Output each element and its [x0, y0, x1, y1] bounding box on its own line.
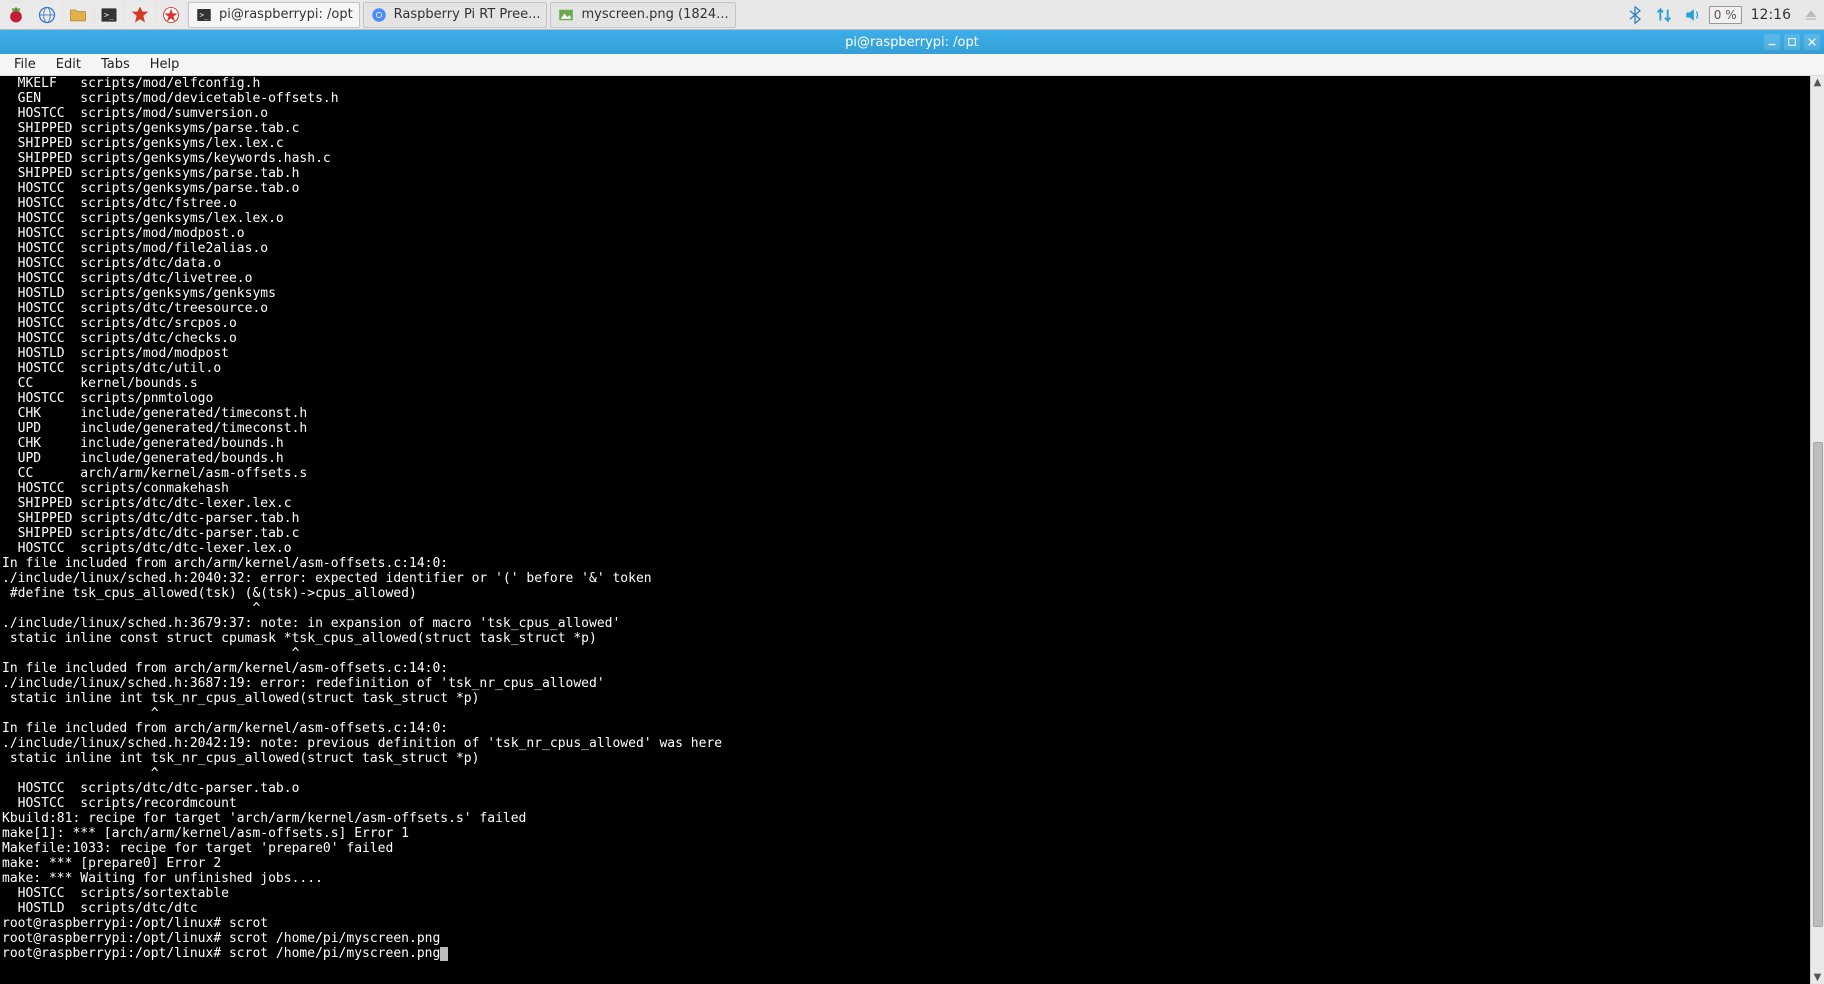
close-button[interactable] [1804, 34, 1820, 50]
scrollbar[interactable]: ▲ ▼ [1810, 76, 1824, 984]
volume-icon[interactable] [1680, 2, 1706, 28]
mathematica-icon[interactable] [126, 2, 154, 28]
scroll-up-icon[interactable]: ▲ [1814, 76, 1822, 89]
terminal-output[interactable]: MKELF scripts/mod/elfconfig.h GEN script… [0, 76, 1810, 984]
chromium-task-icon [370, 6, 388, 24]
menu-icon[interactable] [2, 2, 30, 28]
minimize-button[interactable] [1764, 34, 1780, 50]
menubar: File Edit Tabs Help [0, 54, 1824, 76]
maximize-button[interactable] [1784, 34, 1800, 50]
image-task-icon [557, 6, 575, 24]
clock[interactable]: 12:16 [1745, 7, 1797, 23]
task-image-label: myscreen.png (1824... [581, 7, 728, 22]
terminal-cursor [440, 947, 448, 961]
window-titlebar[interactable]: pi@raspberrypi: /opt [0, 30, 1824, 54]
scroll-track[interactable] [1811, 89, 1824, 971]
svg-text:>_: >_ [200, 10, 210, 19]
bluetooth-icon[interactable] [1622, 2, 1648, 28]
task-terminal[interactable]: >_ pi@raspberrypi: /opt [188, 2, 360, 28]
menu-file[interactable]: File [4, 55, 46, 74]
scroll-thumb[interactable] [1813, 442, 1823, 927]
wolfram-icon[interactable] [157, 2, 185, 28]
files-icon[interactable] [64, 2, 92, 28]
terminal-wrapper: MKELF scripts/mod/elfconfig.h GEN script… [0, 76, 1824, 984]
task-terminal-label: pi@raspberrypi: /opt [219, 7, 353, 22]
menu-tabs[interactable]: Tabs [91, 55, 140, 74]
taskbar: >_ >_ pi@raspberrypi: /opt Raspberry Pi … [0, 0, 1824, 30]
task-image-viewer[interactable]: myscreen.png (1824... [550, 2, 735, 28]
task-browser[interactable]: Raspberry Pi RT Pree... [363, 2, 548, 28]
menu-edit[interactable]: Edit [46, 55, 91, 74]
window-title: pi@raspberrypi: /opt [845, 35, 979, 50]
terminal-task-icon: >_ [195, 6, 213, 24]
terminal-icon[interactable]: >_ [95, 2, 123, 28]
cpu-usage-badge[interactable]: 0 % [1709, 6, 1742, 24]
menu-help[interactable]: Help [140, 55, 190, 74]
eject-icon[interactable] [1800, 4, 1822, 26]
scroll-down-icon[interactable]: ▼ [1814, 971, 1822, 984]
network-updown-icon[interactable] [1651, 2, 1677, 28]
svg-text:>_: >_ [104, 9, 115, 19]
web-icon[interactable] [33, 2, 61, 28]
task-browser-label: Raspberry Pi RT Pree... [394, 7, 541, 22]
